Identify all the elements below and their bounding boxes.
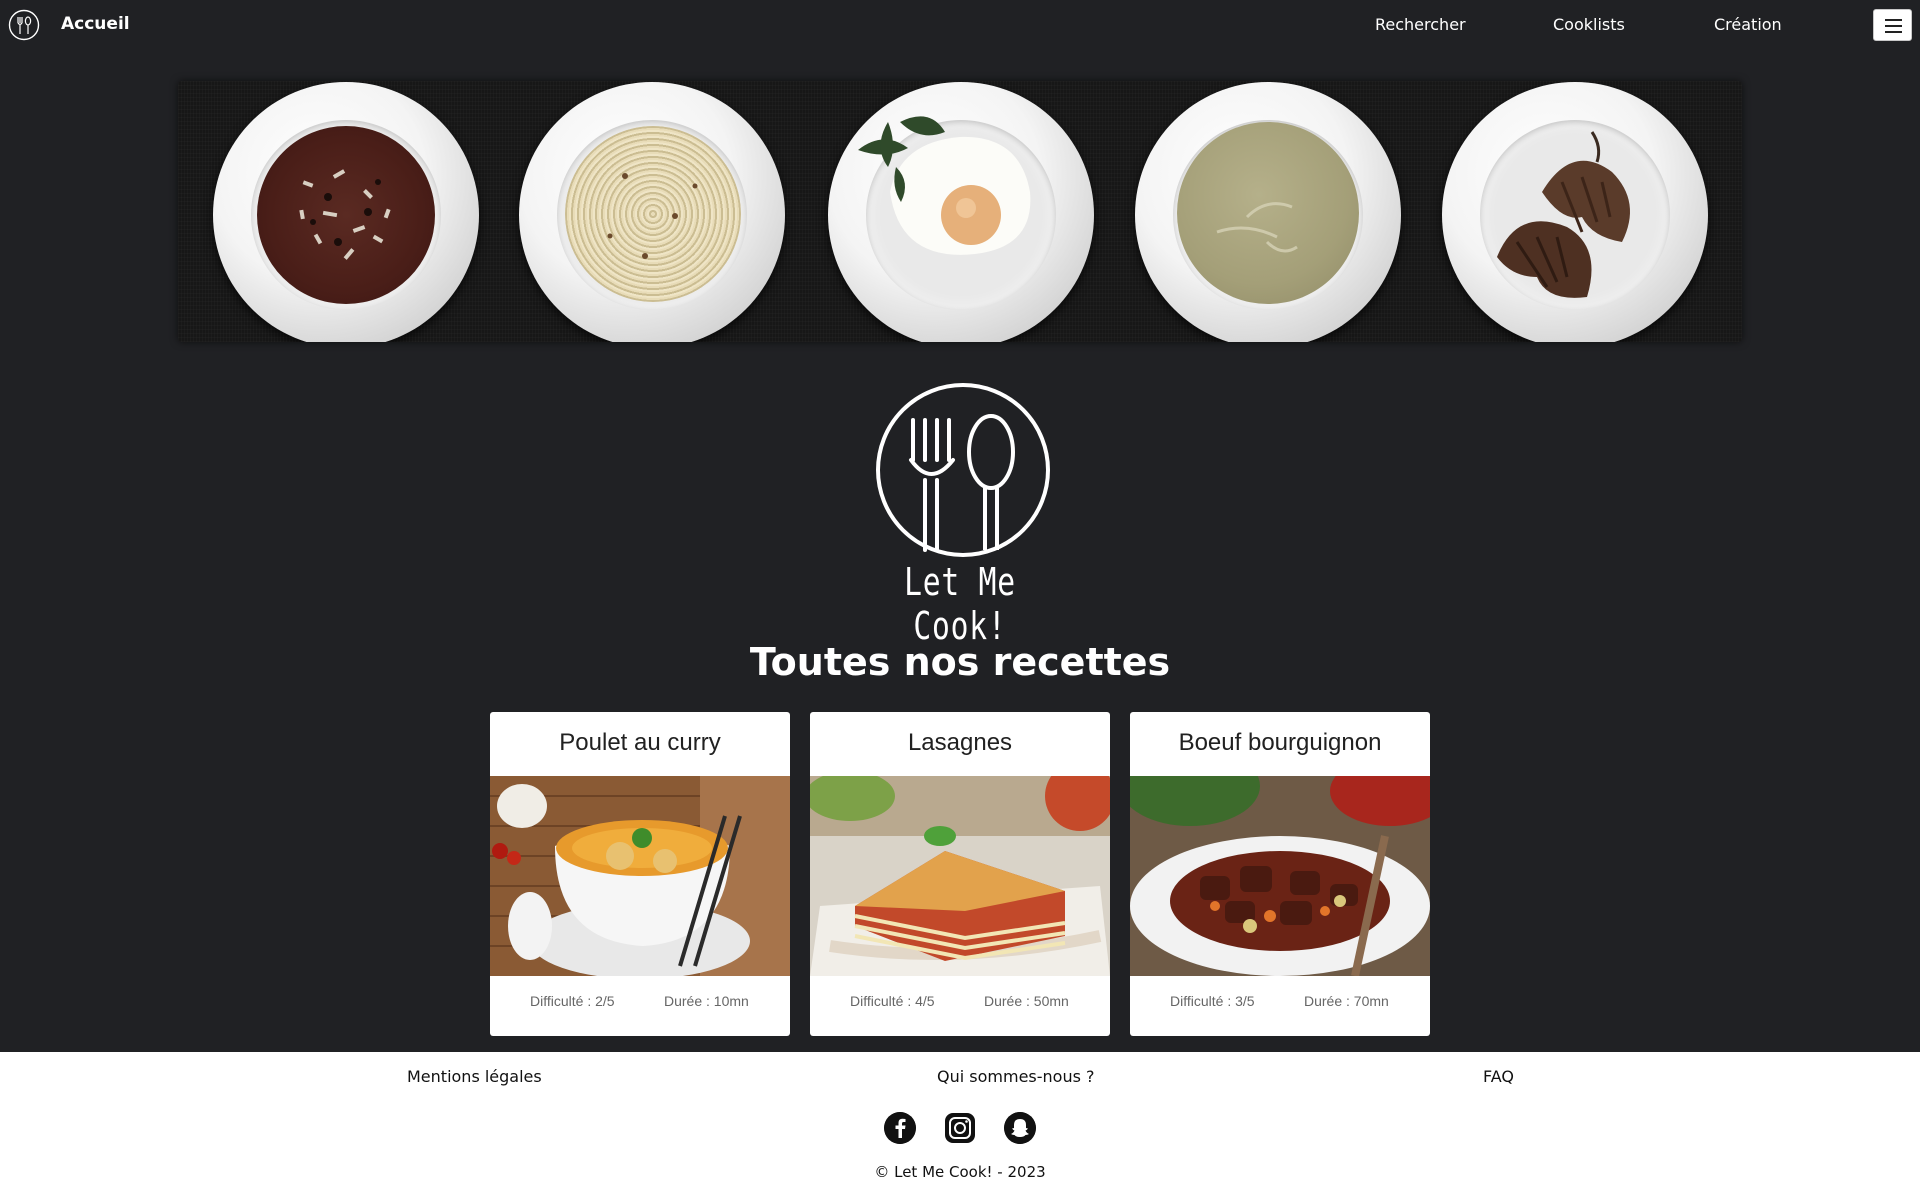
fried-egg-plate bbox=[828, 82, 1094, 342]
footer-about-link[interactable]: Qui sommes-nous ? bbox=[937, 1067, 1095, 1086]
recipe-duration: Durée : 70mn bbox=[1304, 993, 1389, 1009]
recipe-card-title[interactable]: Poulet au curry bbox=[490, 729, 790, 757]
fork-spoon-logo-icon[interactable] bbox=[8, 9, 40, 41]
recipe-card-lasagnes[interactable]: Lasagnes Difficulté : 4/5 Durée : 50mn bbox=[810, 712, 1110, 1036]
recipe-difficulty: Difficulté : 2/5 bbox=[530, 993, 615, 1009]
page-title: Toutes nos recettes bbox=[749, 640, 1171, 684]
recipe-duration: Durée : 10mn bbox=[664, 993, 749, 1009]
recipe-card-title[interactable]: Lasagnes bbox=[810, 729, 1110, 757]
recipe-duration: Durée : 50mn bbox=[984, 993, 1069, 1009]
nav-search-link[interactable]: Rechercher bbox=[1375, 15, 1466, 34]
facebook-icon[interactable] bbox=[884, 1112, 916, 1144]
copyright: © Let Me Cook! - 2023 bbox=[874, 1163, 1046, 1181]
top-navbar: Accueil Rechercher Cooklists Création bbox=[0, 0, 1920, 50]
recipe-difficulty: Difficulté : 4/5 bbox=[850, 993, 935, 1009]
let-me-cook-logo bbox=[876, 383, 1050, 557]
snapchat-icon[interactable] bbox=[1004, 1112, 1036, 1144]
nav-home-link[interactable]: Accueil bbox=[61, 14, 130, 34]
recipe-card-image[interactable] bbox=[490, 776, 790, 976]
instagram-icon[interactable] bbox=[944, 1112, 976, 1144]
croissant-plate bbox=[1442, 82, 1708, 342]
footer-faq-link[interactable]: FAQ bbox=[1483, 1067, 1514, 1086]
spaghetti-plate bbox=[519, 82, 785, 342]
footer: Mentions légales Qui sommes-nous ? FAQ ©… bbox=[0, 1052, 1920, 1183]
soup-plate bbox=[213, 82, 479, 342]
brand-name: Let Me Cook! bbox=[904, 560, 1016, 648]
recipe-card-poulet-au-curry[interactable]: Poulet au curry Difficulté : 2/5 Durée :… bbox=[490, 712, 790, 1036]
recipe-card-image[interactable] bbox=[1130, 776, 1430, 976]
cream-soup-plate bbox=[1135, 82, 1401, 342]
recipe-difficulty: Difficulté : 3/5 bbox=[1170, 993, 1255, 1009]
recipe-card-image[interactable] bbox=[810, 776, 1110, 976]
hamburger-menu-icon bbox=[1885, 19, 1902, 21]
recipe-card-boeuf-bourguignon[interactable]: Boeuf bourguignon Difficulté : 3/5 Durée… bbox=[1130, 712, 1430, 1036]
nav-cooklists-link[interactable]: Cooklists bbox=[1553, 15, 1625, 34]
footer-legal-link[interactable]: Mentions légales bbox=[407, 1067, 542, 1086]
recipe-card-title[interactable]: Boeuf bourguignon bbox=[1130, 729, 1430, 757]
hero-banner-image bbox=[178, 81, 1742, 342]
hamburger-menu-button[interactable] bbox=[1873, 9, 1912, 41]
nav-creation-link[interactable]: Création bbox=[1714, 15, 1782, 34]
